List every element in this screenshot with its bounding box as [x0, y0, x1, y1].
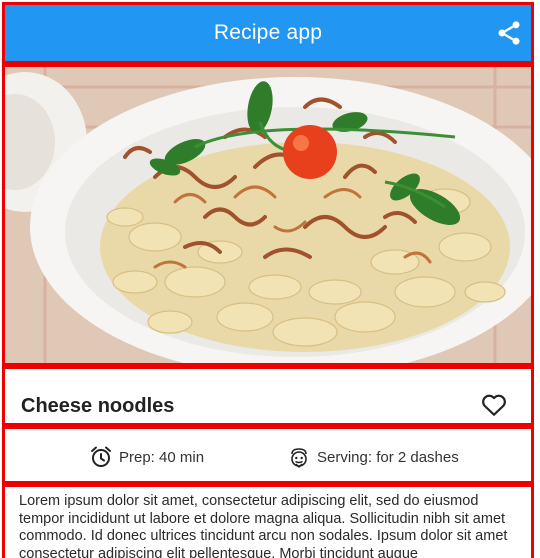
- alarm-clock-icon: [91, 446, 111, 467]
- heart-outline-icon[interactable]: [481, 393, 507, 417]
- serving-info: Serving: for 2 dashes: [287, 445, 459, 469]
- recipe-title-row: Cheese noodles: [2, 366, 534, 426]
- chef-face-icon: [291, 448, 307, 468]
- app-title: Recipe app: [213, 21, 323, 44]
- recipe-title: Cheese noodles: [21, 395, 175, 417]
- prep-label: Prep: 40 min: [119, 448, 205, 466]
- serving-label: Serving: for 2 dashes: [317, 448, 459, 466]
- app-bar: Recipe app: [2, 2, 534, 64]
- prep-info: Prep: 40 min: [89, 445, 204, 469]
- share-icon[interactable]: [495, 19, 523, 47]
- recipe-info-row: Prep: 40 min Serving: for 2 dashes: [2, 426, 534, 484]
- recipe-image: [2, 64, 534, 366]
- description-text: Lorem ipsum dolor sit amet, consectetur …: [19, 493, 508, 558]
- recipe-description: Lorem ipsum dolor sit amet, consectetur …: [2, 484, 534, 558]
